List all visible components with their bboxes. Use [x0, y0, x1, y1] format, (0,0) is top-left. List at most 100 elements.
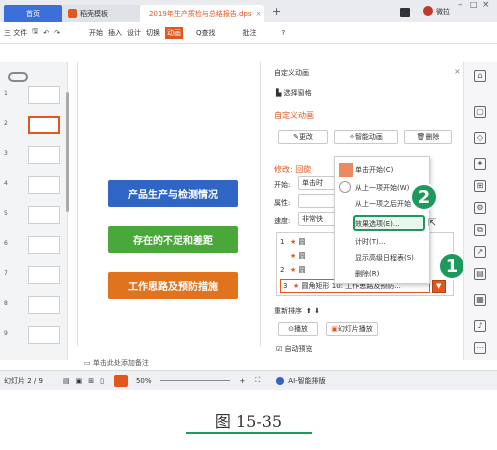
speed-select[interactable]: 非常快 — [298, 212, 338, 226]
menu-transition[interactable]: 切换 — [146, 28, 160, 38]
file-menu[interactable]: 三 文件 — [4, 28, 27, 38]
slide-thumbnail[interactable] — [28, 206, 60, 224]
move-down-icon[interactable]: ⬇ — [314, 307, 320, 315]
zoom-slider[interactable] — [159, 380, 230, 381]
tab-bar: 首页 稻壳模板 2019年生产质检与总结报告.dps × + 微拉 – □ × — [0, 0, 497, 22]
notes-area[interactable]: ▭ 单击此处添加备注 — [84, 358, 260, 368]
play-slideshow-icon[interactable] — [113, 374, 128, 387]
search-button[interactable]: Q查找 — [196, 28, 216, 38]
menu-design[interactable]: 设计 — [127, 28, 141, 38]
sorter-view-icon[interactable]: ⊞ — [88, 377, 94, 385]
slide-thumbnail[interactable] — [28, 116, 60, 134]
slide-thumbnail[interactable] — [28, 236, 60, 254]
slide-thumbnail[interactable] — [28, 266, 60, 284]
ai-icon — [276, 376, 285, 385]
slideshow-icon: ▣ — [331, 325, 338, 333]
smart-animation-button[interactable]: ✧ 智能动画 — [334, 130, 398, 144]
animation-list-item[interactable]: 2 ★ 圆 — [280, 265, 306, 275]
delete-label: 删除 — [425, 133, 440, 141]
close-icon[interactable]: × — [256, 10, 262, 18]
select-pane-button[interactable]: ▙ 选择窗格 — [276, 88, 312, 98]
tab-document[interactable]: 2019年生产质检与总结报告.dps × — [140, 5, 264, 22]
menu-item[interactable]: 删除(R) — [355, 269, 379, 279]
start-select[interactable]: 单击时 — [298, 176, 338, 190]
animation-icon[interactable]: ✦ — [474, 158, 486, 170]
shape-icon[interactable]: ◇ — [474, 132, 486, 144]
clock-icon — [339, 181, 351, 193]
pane-close-icon[interactable]: × — [454, 67, 461, 76]
slide-thumbnail[interactable] — [28, 296, 60, 314]
slide-thumbnail[interactable] — [28, 176, 60, 194]
copy-icon[interactable]: ⧉ — [474, 224, 486, 236]
audio-icon[interactable]: ♪ — [474, 320, 486, 332]
slideshow-label: 幻灯片播放 — [337, 325, 373, 333]
layers-icon[interactable]: ▢ — [474, 106, 486, 118]
slide-thumbnail[interactable] — [28, 146, 60, 164]
normal-view-icon[interactable]: ▣ — [76, 377, 83, 385]
grid-icon[interactable]: ⊞ — [474, 180, 486, 192]
ai-layout-button[interactable]: AI-智能排版 — [288, 376, 325, 386]
slide-title-bar[interactable]: 工作思路及预防措施 — [108, 272, 238, 299]
star-icon: ★ — [290, 266, 299, 274]
select-pane-label: 选择窗格 — [283, 89, 312, 97]
minimize-icon[interactable]: – — [458, 0, 463, 10]
menu-item[interactable]: 显示高级日程表(S) — [355, 253, 414, 263]
menu-animation[interactable]: 动画 — [164, 26, 183, 39]
notes-toggle-icon[interactable]: ▤ — [63, 377, 70, 385]
thumb-scrollbar[interactable] — [66, 92, 69, 212]
slide-thumbnail[interactable] — [28, 326, 60, 344]
thumb-number: 2 — [4, 120, 8, 127]
image-icon[interactable]: ▤ — [474, 268, 486, 280]
change-label: 更改 — [298, 133, 313, 141]
new-tab-icon[interactable]: + — [272, 5, 281, 18]
settings-icon[interactable]: ⚙ — [474, 202, 486, 214]
tab-home[interactable]: 首页 — [4, 5, 62, 22]
fit-icon[interactable]: ⛶ — [255, 376, 260, 385]
play-button[interactable]: ⊙ 播放 — [278, 322, 318, 336]
menu-item[interactable]: 单击开始(C) — [355, 165, 393, 175]
zoom-in-icon[interactable]: + — [240, 377, 246, 385]
redo-icon[interactable]: ↷ — [54, 29, 60, 37]
avatar[interactable] — [423, 6, 433, 16]
window-close-icon[interactable]: × — [482, 0, 490, 10]
change-button[interactable]: ✎ 更改 — [278, 130, 328, 144]
user-name[interactable]: 微拉 — [436, 7, 450, 17]
share-icon[interactable]: ↗ — [474, 246, 486, 258]
item-text: 圆 — [298, 266, 306, 274]
slide-thumbnail[interactable] — [28, 86, 60, 104]
more-icon[interactable]: ⋯ — [474, 342, 486, 354]
menu-insert[interactable]: 插入 — [108, 28, 122, 38]
calendar-icon[interactable]: ▦ — [474, 294, 486, 306]
animation-list-item[interactable]: ★ 圆 — [280, 251, 306, 261]
menu-start[interactable]: 开始 — [89, 28, 103, 38]
chevron-down-icon[interactable]: ▼ — [432, 280, 446, 293]
save-icon[interactable]: 🖫 — [32, 27, 38, 38]
tab-templates[interactable]: 稻壳模板 — [62, 5, 140, 22]
comment-button[interactable]: 批注 — [242, 28, 256, 38]
star-icon: ★ — [290, 238, 299, 246]
move-up-icon[interactable]: ⬆ — [306, 307, 312, 315]
view-toggle-icon[interactable] — [8, 72, 28, 82]
home-icon[interactable]: ⌂ — [474, 70, 486, 82]
menu-item[interactable]: 计时(T)... — [355, 237, 385, 247]
menu-item[interactable]: 效果选项(E)... — [355, 219, 400, 229]
slide-title-bar[interactable]: 存在的不足和差距 — [108, 226, 238, 253]
thumb-number: 1 — [4, 90, 8, 97]
slideshow-button[interactable]: ▣ 幻灯片播放 — [326, 322, 378, 336]
property-select[interactable] — [298, 194, 338, 208]
menu-item[interactable]: 从上一项开始(W) — [355, 183, 409, 193]
menu-item[interactable]: 从上一项之后开始 — [355, 199, 411, 209]
badge-icon[interactable] — [400, 8, 410, 17]
notes-placeholder: 单击此处添加备注 — [92, 359, 149, 367]
delete-button[interactable]: 🗑 删除 — [404, 130, 452, 144]
animation-list-item[interactable]: 1 ★ 圆 — [280, 237, 306, 247]
help-icon[interactable]: ? — [281, 29, 285, 37]
undo-icon[interactable]: ↶ — [43, 29, 49, 37]
reorder-text: 重新排序 — [274, 307, 302, 315]
reading-view-icon[interactable]: ▯ — [100, 377, 104, 385]
slide-title-bar[interactable]: 产品生产与检测情况 — [108, 180, 238, 207]
modify-label: 修改: 回旋 — [274, 165, 312, 174]
autopreview-checkbox[interactable]: ☑ 自动预览 — [276, 344, 313, 354]
checkbox-icon: ☑ — [276, 345, 285, 353]
maximize-icon[interactable]: □ — [470, 0, 478, 9]
